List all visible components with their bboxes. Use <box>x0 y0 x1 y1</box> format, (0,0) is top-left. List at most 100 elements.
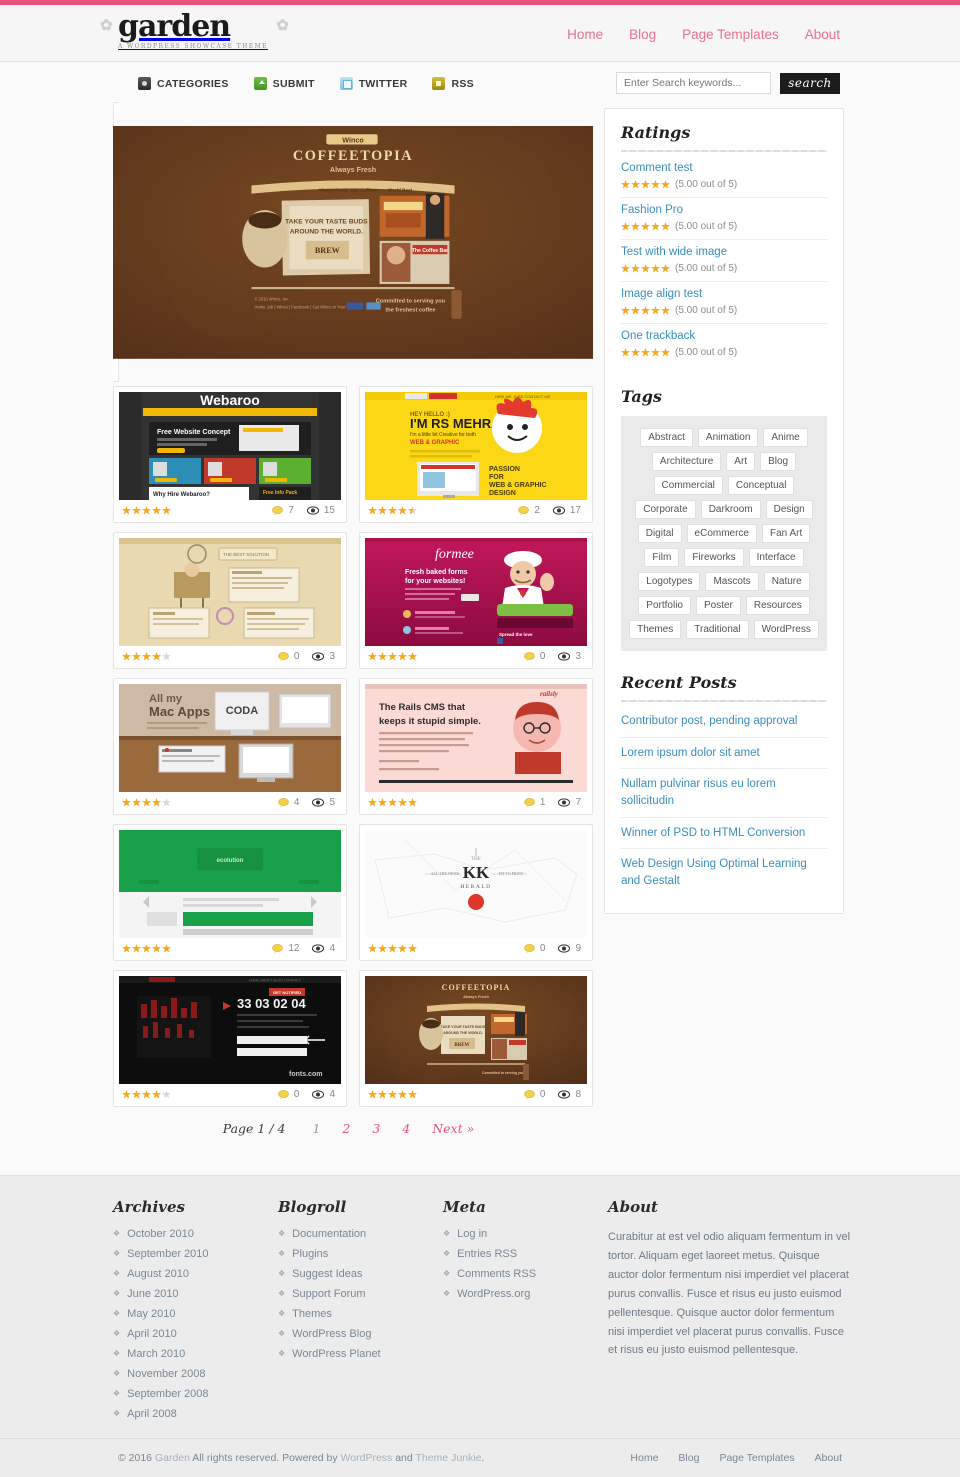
archive-link[interactable]: October 2010 <box>127 1228 194 1240</box>
tag-item[interactable]: Fireworks <box>684 548 744 567</box>
tag-item[interactable]: Fan Art <box>762 524 811 543</box>
recent-post-link[interactable]: Web Design Using Optimal Learning and Ge… <box>621 856 827 889</box>
util-twitter[interactable]: TWITTER <box>339 77 408 90</box>
rating-link[interactable]: One trackback <box>621 330 827 342</box>
showcase-item[interactable]: HIRE ME JOBS CONTACT ME HEY HELLO :) I'M… <box>359 385 593 523</box>
nav-item-about[interactable]: About <box>805 27 840 42</box>
pagination-page-4[interactable]: 4 <box>402 1121 410 1136</box>
tag-item[interactable]: Portfolio <box>638 596 691 615</box>
nav-item-page-templates[interactable]: Page Templates <box>682 27 779 42</box>
util-rss[interactable]: RSS <box>432 77 474 90</box>
featured-item[interactable]: Winco COFFEETOPIA Always Fresh Always Fr… <box>113 102 593 382</box>
showcase-item[interactable]: All my Mac Apps CODA 4 5 <box>113 677 347 815</box>
showcase-item[interactable]: railsly The Rails CMS that keeps it stup… <box>359 677 593 815</box>
meta-link[interactable]: WordPress.org <box>457 1288 530 1300</box>
tag-item[interactable]: Poster <box>695 596 741 615</box>
blogroll-link[interactable]: Suggest Ideas <box>292 1268 362 1280</box>
pagination-page-2[interactable]: 2 <box>342 1121 350 1136</box>
search-button[interactable]: search <box>780 72 840 94</box>
showcase-item[interactable]: Webaroo Free Website Concept Why Hire We… <box>113 385 347 523</box>
rating-link[interactable]: Comment test <box>621 162 827 174</box>
blogroll-link[interactable]: WordPress Blog <box>292 1328 371 1340</box>
meta-link[interactable]: Log in <box>457 1228 487 1240</box>
tag-item[interactable]: Abstract <box>640 428 693 447</box>
recent-post-link[interactable]: Winner of PSD to HTML Conversion <box>621 825 827 842</box>
meta-link[interactable]: Comments RSS <box>457 1268 536 1280</box>
bottom-nav-page-templates[interactable]: Page Templates <box>719 1452 794 1464</box>
recent-post-link[interactable]: Contributor post, pending approval <box>621 713 827 730</box>
recent-post-link[interactable]: Nullam pulvinar risus eu lorem sollicitu… <box>621 776 827 809</box>
archive-link[interactable]: June 2010 <box>127 1288 178 1300</box>
blogroll-link[interactable]: WordPress Planet <box>292 1348 380 1360</box>
showcase-item[interactable]: THE KK HERALD ALL THE NEWS FIT TO PRINT <box>359 823 593 961</box>
rating-link[interactable]: Fashion Pro <box>621 204 827 216</box>
search-input[interactable] <box>616 72 771 94</box>
rating-link[interactable]: Test with wide image <box>621 246 827 258</box>
showcase-item[interactable]: THE BEST SOLUTION 0 3 <box>113 531 347 669</box>
tag-item[interactable]: Art <box>726 452 756 471</box>
archive-link[interactable]: April 2010 <box>127 1328 177 1340</box>
tags-heading: Tags <box>621 387 662 406</box>
blogroll-link[interactable]: Support Forum <box>292 1288 365 1300</box>
showcase-item[interactable]: HOME ABOUT BLOG CONTACT 33 03 02 04 GET … <box>113 969 347 1107</box>
archive-link[interactable]: September 2010 <box>127 1248 208 1260</box>
tag-item[interactable]: WordPress <box>753 620 819 639</box>
bottom-nav-about[interactable]: About <box>815 1452 842 1464</box>
tag-item[interactable]: Resources <box>745 596 810 615</box>
pagination-page-1[interactable]: 1 <box>312 1121 320 1136</box>
util-submit[interactable]: SUBMIT <box>253 77 315 90</box>
showcase-item[interactable]: ecolution 12 4 <box>113 823 347 961</box>
rating-link[interactable]: Image align test <box>621 288 827 300</box>
tag-item[interactable]: Conceptual <box>727 476 795 495</box>
tag-item[interactable]: Design <box>765 500 813 519</box>
tag-item[interactable]: Themes <box>629 620 682 639</box>
tag-item[interactable]: Film <box>644 548 680 567</box>
main-navigation: Home Blog Page Templates About <box>567 27 840 42</box>
blogroll-link[interactable]: Plugins <box>292 1248 328 1260</box>
tag-item[interactable]: Darkroom <box>700 500 761 519</box>
blogroll-link[interactable]: Themes <box>292 1308 332 1320</box>
tag-item[interactable]: Logotypes <box>638 572 701 591</box>
tag-item[interactable]: Animation <box>697 428 759 447</box>
util-categories[interactable]: CATEGORIES <box>138 77 229 90</box>
tag-item[interactable]: Nature <box>763 572 810 591</box>
tag-item[interactable]: Mascots <box>705 572 759 591</box>
copyright-themejunkie-link[interactable]: Theme Junkie <box>415 1452 481 1464</box>
archive-link[interactable]: May 2010 <box>127 1308 175 1320</box>
tag-item[interactable]: Architecture <box>651 452 722 471</box>
archive-link[interactable]: August 2010 <box>127 1268 189 1280</box>
tag-item[interactable]: Corporate <box>635 500 696 519</box>
meta-link[interactable]: Entries RSS <box>457 1248 517 1260</box>
showcase-item[interactable]: formee Fresh baked forms for your websit… <box>359 531 593 669</box>
bottom-nav-blog[interactable]: Blog <box>678 1452 699 1464</box>
recent-post-link[interactable]: Lorem ipsum dolor sit amet <box>621 745 827 762</box>
bottom-nav-home[interactable]: Home <box>630 1452 658 1464</box>
archive-link[interactable]: April 2008 <box>127 1408 177 1420</box>
archive-link[interactable]: November 2008 <box>127 1368 205 1380</box>
tag-item[interactable]: Blog <box>760 452 797 471</box>
tag-item[interactable]: Traditional <box>686 620 749 639</box>
tag-item[interactable]: Commercial <box>653 476 723 495</box>
rating-score: (5.00 out of 5) <box>675 221 738 232</box>
svg-text:ALL THE NEWS: ALL THE NEWS <box>431 871 460 876</box>
pagination-next[interactable]: Next » <box>432 1121 474 1136</box>
item-rating-stars <box>368 944 417 953</box>
tag-item[interactable]: eCommerce <box>686 524 757 543</box>
svg-text:railsly: railsly <box>540 690 559 698</box>
archive-link[interactable]: March 2010 <box>127 1348 185 1360</box>
tag-item[interactable]: Anime <box>763 428 808 447</box>
tag-item[interactable]: Digital <box>637 524 682 543</box>
rating-item: Test with wide image (5.00 out of 5) <box>621 240 827 282</box>
copyright-brand[interactable]: Garden <box>155 1452 190 1464</box>
showcase-item[interactable]: COFFEETOPIA Always Fresh TAKE YOUR TASTE… <box>359 969 593 1107</box>
blogroll-link[interactable]: Documentation <box>292 1228 366 1240</box>
pagination-page-3[interactable]: 3 <box>372 1121 380 1136</box>
copyright-wordpress-link[interactable]: WordPress <box>341 1452 393 1464</box>
item-comments: 1 <box>524 797 545 808</box>
archive-link[interactable]: September 2008 <box>127 1388 208 1400</box>
svg-text:Webaroo: Webaroo <box>200 392 260 408</box>
tag-item[interactable]: Interface <box>748 548 804 567</box>
nav-item-home[interactable]: Home <box>567 27 603 42</box>
nav-item-blog[interactable]: Blog <box>629 27 656 42</box>
site-logo[interactable]: ✿ garden ✿ A WORDPRESS SHOWCASE THEME <box>100 12 289 50</box>
